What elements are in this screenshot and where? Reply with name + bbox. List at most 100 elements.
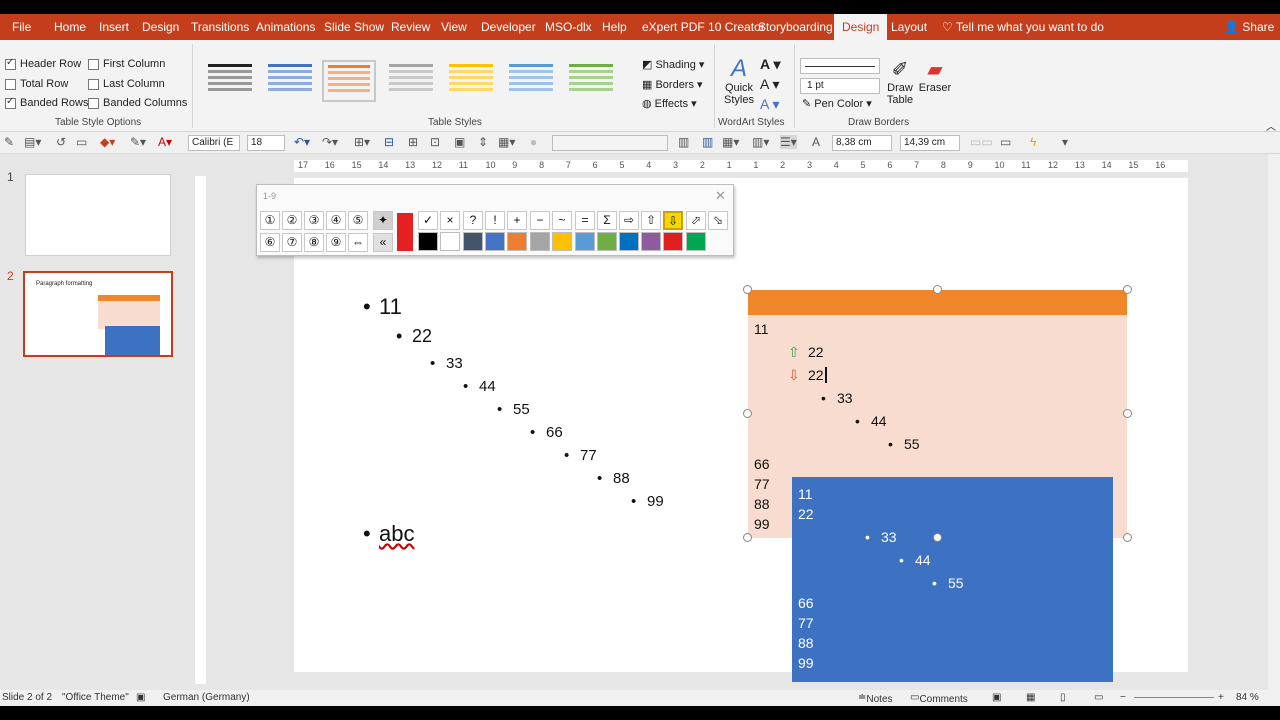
- redo-icon[interactable]: ↷▾: [322, 135, 338, 149]
- current-color-swatch[interactable]: [397, 213, 413, 251]
- zoom-slider[interactable]: [1134, 697, 1214, 698]
- pen-weight-select[interactable]: 1 pt: [800, 78, 880, 94]
- text-fill-icon[interactable]: A ▾: [760, 56, 781, 73]
- style-select[interactable]: [552, 135, 668, 151]
- vertical-scrollbar[interactable]: [1268, 154, 1280, 690]
- tab-view[interactable]: View: [441, 14, 467, 40]
- symbol-button[interactable]: Σ: [597, 211, 617, 230]
- bullet-item[interactable]: 44: [463, 378, 495, 395]
- tab-mso-dlx[interactable]: MSO-dlx: [545, 14, 592, 40]
- format-painter-icon[interactable]: ✎: [4, 135, 14, 149]
- tab-file[interactable]: File: [12, 14, 31, 40]
- table-cell-text[interactable]: 66: [754, 456, 770, 472]
- blue-box-text[interactable]: 11: [798, 486, 813, 502]
- table-style-thumb[interactable]: [263, 60, 317, 102]
- reading-view-icon[interactable]: ▯: [1060, 692, 1066, 703]
- color-swatch[interactable]: [507, 232, 527, 251]
- resize-handle[interactable]: [933, 533, 942, 542]
- close-icon[interactable]: ✕: [715, 188, 726, 204]
- accessibility-icon[interactable]: ▣: [136, 692, 145, 703]
- text-effects-icon[interactable]: A ▾: [760, 96, 779, 113]
- color-swatch[interactable]: [485, 232, 505, 251]
- symbol-button[interactable]: −: [530, 211, 550, 230]
- eraser-button[interactable]: ▰ Eraser: [918, 58, 952, 94]
- tell-me-box[interactable]: ♡ Tell me what you want to do: [942, 14, 1104, 40]
- insert-row-icon[interactable]: ⊟: [384, 135, 394, 149]
- table-style-thumb[interactable]: [384, 60, 438, 102]
- effects-button[interactable]: ◍ Effects ▾: [642, 97, 697, 110]
- total-row-checkbox[interactable]: Total Row: [5, 78, 68, 90]
- slideshow-icon[interactable]: ▭: [1094, 692, 1103, 703]
- table-cell-text[interactable]: 99: [754, 516, 770, 532]
- table-style-thumb-selected[interactable]: [322, 60, 376, 102]
- resize-handle[interactable]: [743, 285, 752, 294]
- bullet-item[interactable]: 55: [497, 401, 529, 418]
- tab-home[interactable]: Home: [54, 14, 86, 40]
- quick-styles-button[interactable]: A Quick Styles: [724, 56, 754, 107]
- circled-number-button[interactable]: ⑥: [260, 233, 280, 252]
- draw-table-button[interactable]: ✐ Draw Table: [884, 58, 916, 106]
- table-cell-text[interactable]: 22: [808, 344, 824, 360]
- color-swatch[interactable]: [663, 232, 683, 251]
- table-style-thumb[interactable]: [564, 60, 618, 102]
- symbol-button[interactable]: =: [575, 211, 595, 230]
- frame-icon[interactable]: ▭: [1000, 135, 1011, 149]
- bullet-item[interactable]: 77: [564, 447, 596, 464]
- table-cell-text[interactable]: 44: [855, 413, 886, 429]
- blue-box-text[interactable]: 77: [798, 615, 814, 631]
- cell-height-input[interactable]: 14,39 cm: [900, 135, 960, 151]
- color-swatch[interactable]: [463, 232, 483, 251]
- slide-sorter-icon[interactable]: ▦: [1026, 692, 1035, 703]
- tab-review[interactable]: Review: [391, 14, 430, 40]
- color-swatch[interactable]: [641, 232, 661, 251]
- language[interactable]: German (Germany): [163, 692, 250, 703]
- color-swatch[interactable]: [597, 232, 617, 251]
- table-style-thumb[interactable]: [203, 60, 257, 102]
- share-button[interactable]: 👤 Share: [1224, 14, 1274, 40]
- align-icon[interactable]: ⇕: [478, 135, 488, 149]
- blue-box-text[interactable]: 66: [798, 595, 814, 611]
- pen-style-select[interactable]: [800, 58, 880, 74]
- circled-number-button[interactable]: ⑨: [326, 233, 346, 252]
- blue-box-text[interactable]: 44: [899, 552, 930, 568]
- banded-rows-checkbox[interactable]: Banded Rows: [5, 96, 89, 109]
- fill-color-icon[interactable]: ◆▾: [100, 135, 115, 149]
- color-swatch[interactable]: [552, 232, 572, 251]
- circled-number-button[interactable]: ①: [260, 211, 280, 230]
- pen-color-button[interactable]: ✎ Pen Color ▾: [802, 97, 872, 110]
- font-name-select[interactable]: Calibri (E: [188, 135, 240, 151]
- zoom-out-icon[interactable]: −: [1120, 692, 1126, 703]
- blue-box-text[interactable]: 88: [798, 635, 814, 651]
- table-cell-text[interactable]: 55: [888, 436, 919, 452]
- columns-icon[interactable]: ▥▾: [752, 135, 769, 149]
- circled-number-button[interactable]: ⑧: [304, 233, 324, 252]
- font-color-icon[interactable]: A▾: [158, 135, 172, 149]
- tab-table-layout[interactable]: Layout: [891, 14, 927, 40]
- tab-storyboarding[interactable]: Storyboarding: [758, 14, 833, 40]
- banded-columns-checkbox[interactable]: Banded Columns: [88, 97, 187, 109]
- symbol-button[interactable]: +: [507, 211, 527, 230]
- last-column-checkbox[interactable]: Last Column: [88, 78, 165, 90]
- tab-help[interactable]: Help: [602, 14, 627, 40]
- blue-box-text[interactable]: 22: [798, 506, 814, 522]
- undo-icon[interactable]: ↶▾: [294, 135, 310, 149]
- comments-button[interactable]: ▭ Comments: [910, 692, 968, 705]
- symbol-button[interactable]: ?: [463, 211, 483, 230]
- split-icon[interactable]: ⊞: [408, 135, 418, 149]
- distribute-icon[interactable]: ▣: [454, 135, 465, 149]
- swap-arrow-button[interactable]: ⇔: [348, 233, 368, 252]
- shading-button[interactable]: ◩ Shading ▾: [642, 58, 704, 71]
- borders-button[interactable]: ▦ Borders ▾: [642, 78, 703, 91]
- customize-icon[interactable]: ▾: [1062, 135, 1068, 149]
- font-size-select[interactable]: 18: [247, 135, 285, 151]
- resize-handle[interactable]: [743, 409, 752, 418]
- color-swatch[interactable]: [530, 232, 550, 251]
- circled-number-button[interactable]: ④: [326, 211, 346, 230]
- notes-button[interactable]: ≐ Notes: [858, 692, 893, 705]
- zoom-level[interactable]: 84 %: [1236, 692, 1259, 703]
- text-outline-icon[interactable]: A ▾: [760, 76, 779, 93]
- table-style-thumb[interactable]: [504, 60, 558, 102]
- cell-width-input[interactable]: 8,38 cm: [832, 135, 892, 151]
- blue-box-text[interactable]: 33: [865, 529, 896, 545]
- reset-icon[interactable]: ↺: [56, 135, 66, 149]
